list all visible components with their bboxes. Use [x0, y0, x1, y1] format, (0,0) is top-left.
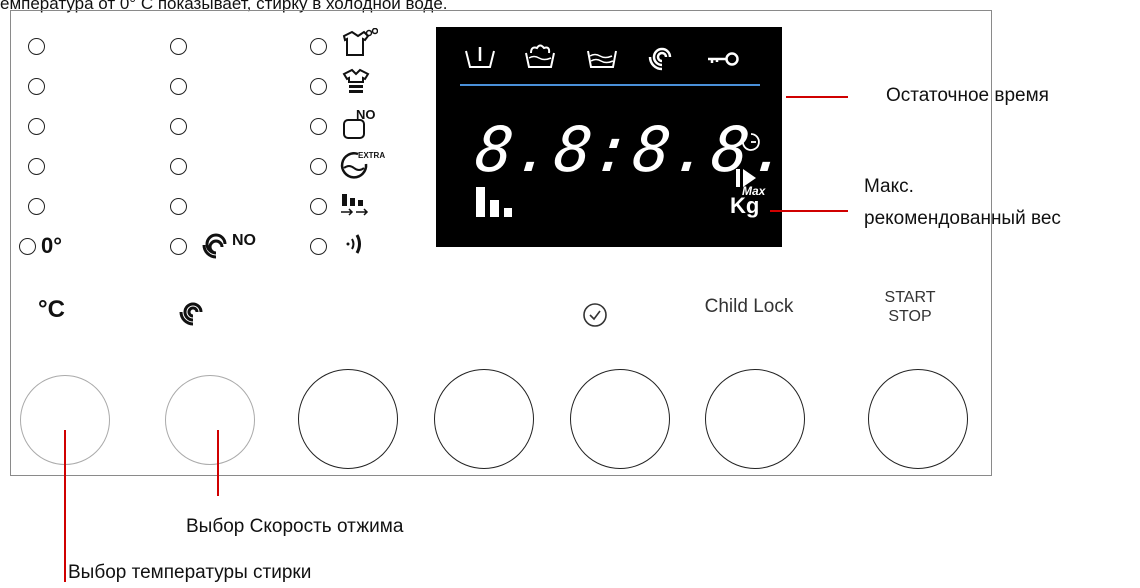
no-spin-icon: [202, 233, 227, 259]
option-led-1: [310, 38, 327, 55]
load-steps-icon: [341, 194, 369, 216]
temp-button-label: °C: [38, 296, 65, 323]
remaining-time-annotation: Остаточное время: [886, 85, 1049, 106]
timer-icon: [742, 133, 760, 151]
shirt-ironing-icon: [342, 68, 370, 93]
temp-led-5: [28, 198, 45, 215]
temp-led-2: [28, 78, 45, 95]
max-weight-indicator: Kg Max: [730, 185, 765, 217]
child-lock-label: Child Lock: [704, 296, 794, 317]
spin-icon: [648, 47, 672, 71]
max-weight-line: [770, 210, 848, 212]
digital-display: 8.8:8.8. Kg Max: [436, 27, 795, 247]
spin-led-5: [170, 198, 187, 215]
spin-button-icon: [179, 302, 203, 326]
extra-rinse-label: EXTRA: [358, 151, 386, 160]
spin-led-6: [170, 238, 187, 255]
no-iron-label: NO: [356, 107, 376, 122]
stop-label: STOP: [888, 308, 932, 326]
spin-led-2: [170, 78, 187, 95]
temp-led-6: [19, 238, 36, 255]
shirt-drops-icon: [342, 28, 378, 56]
wash-icon: [525, 44, 555, 68]
option-led-2: [310, 78, 327, 95]
spin-led-4: [170, 158, 187, 175]
temp-led-1: [28, 38, 45, 55]
temp-select-line: [64, 430, 66, 582]
option-led-6: [310, 238, 327, 255]
temp-select-annotation: Выбор температуры стирки: [68, 562, 312, 583]
no-spin-label: NO: [232, 232, 256, 249]
spin-select-line: [217, 430, 219, 496]
option-led-4: [310, 158, 327, 175]
option-button-2[interactable]: [434, 369, 534, 469]
temp-cold-label: 0°: [41, 233, 63, 258]
max-weight-annotation-2: рекомендованный вес: [864, 208, 1061, 229]
max-weight-annotation-1: Макс.: [864, 176, 914, 197]
delay-timer-icon: [583, 303, 607, 327]
start-stop-button[interactable]: [868, 369, 968, 469]
delay-timer-button[interactable]: [570, 369, 670, 469]
start-label: START: [884, 289, 936, 306]
option-led-5: [310, 198, 327, 215]
child-lock-button[interactable]: [705, 369, 805, 469]
spin-led-1: [170, 38, 187, 55]
rinse-icon: [587, 50, 617, 68]
option-button-1[interactable]: [298, 369, 398, 469]
max-label: Max: [742, 184, 766, 198]
display-separator-line: [460, 84, 760, 86]
lock-key-icon: [708, 52, 739, 66]
temp-led-4: [28, 158, 45, 175]
load-level-icon: [476, 187, 512, 217]
option-led-3: [310, 118, 327, 135]
remaining-time-line: [786, 96, 848, 98]
sound-icon: [346, 234, 361, 254]
spin-select-annotation: Выбор Скорость отжима: [186, 516, 404, 537]
start-stop-label: START STOP: [880, 288, 940, 326]
spin-led-3: [170, 118, 187, 135]
prewash-icon: [465, 47, 495, 68]
spin-speed-knob[interactable]: [165, 375, 255, 465]
temp-led-3: [28, 118, 45, 135]
